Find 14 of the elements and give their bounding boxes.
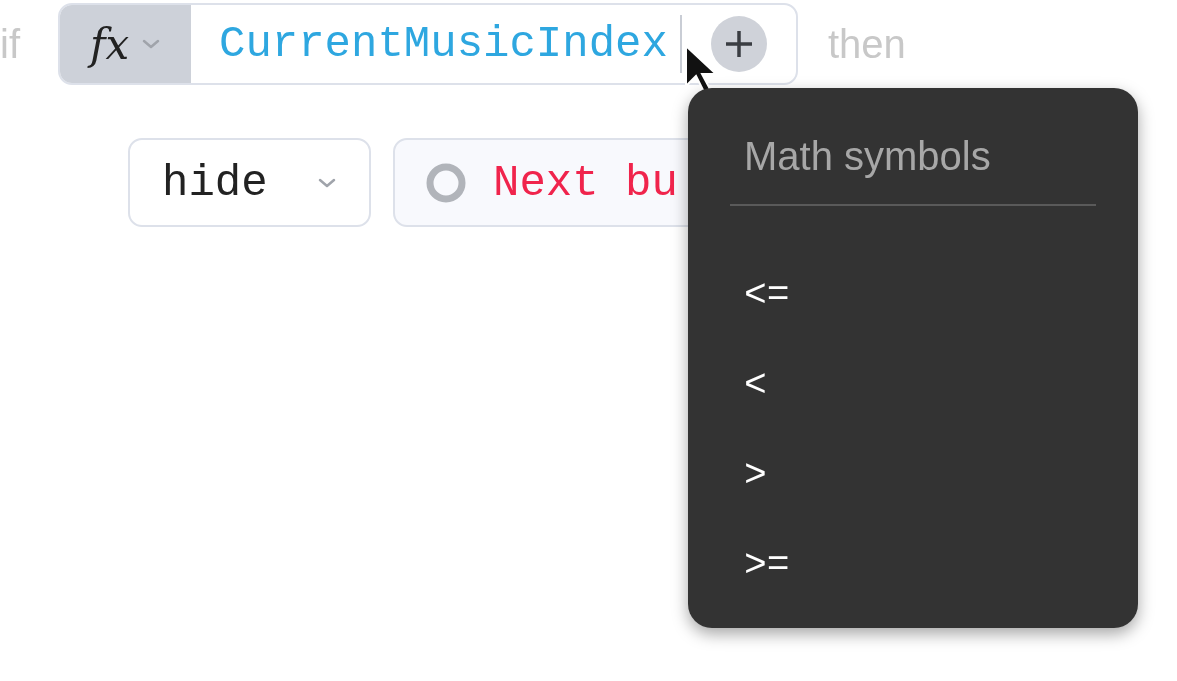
menu-heading: Math symbols bbox=[744, 133, 992, 180]
chevron-down-icon bbox=[141, 38, 162, 50]
plus-icon bbox=[723, 29, 754, 59]
menu-item[interactable]: > bbox=[688, 430, 1138, 520]
menu-item[interactable]: < bbox=[688, 340, 1138, 430]
expression-text: CurrentMusicIndex bbox=[219, 18, 668, 71]
menu-item[interactable]: <= bbox=[688, 250, 1138, 340]
add-button[interactable] bbox=[710, 16, 767, 72]
function-dropdown[interactable]: fx bbox=[60, 5, 191, 83]
expression-field[interactable]: fx CurrentMusicIndex bbox=[58, 3, 798, 85]
action-dropdown[interactable]: hide bbox=[128, 138, 371, 227]
menu-item[interactable]: >= bbox=[688, 520, 1138, 610]
chevron-down-icon bbox=[317, 176, 337, 189]
radio-icon bbox=[425, 161, 467, 204]
